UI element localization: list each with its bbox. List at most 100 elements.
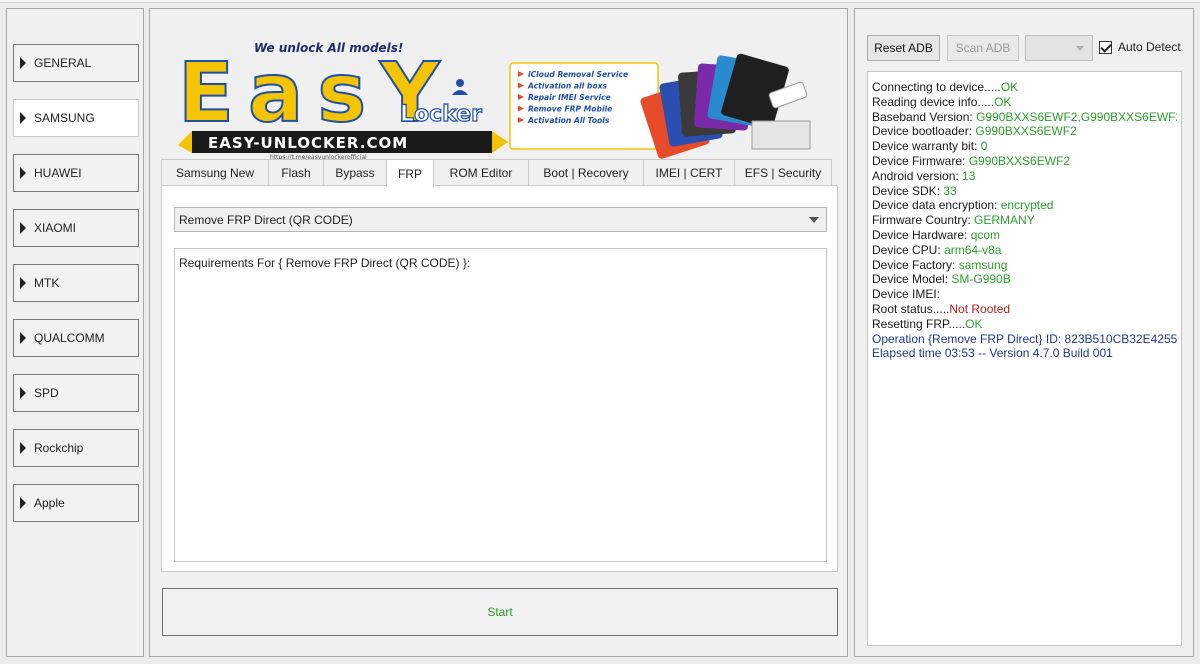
reset-adb-button[interactable]: Reset ADB: [867, 35, 940, 61]
chevron-down-icon: [1076, 46, 1084, 51]
log-value: G990BXXS6EWF2,G990BXXS6EWF2: [976, 109, 1177, 124]
caret-right-icon: [20, 57, 26, 69]
log-key: Operation {Remove FRP Direct} ID: 823B51…: [872, 331, 1177, 346]
log-key: Device CPU:: [872, 242, 945, 257]
frp-method-select[interactable]: Remove FRP Direct (QR CODE): [174, 207, 827, 232]
user-icon: [456, 79, 464, 87]
log-line: Device bootloader: G990BXXS6EWF2: [872, 124, 1177, 139]
log-key: Device Factory:: [872, 257, 959, 272]
sidebar-item-label: SPD: [34, 386, 59, 400]
sidebar-item-samsung[interactable]: SAMSUNG: [13, 99, 139, 137]
sidebar-item-label: GENERAL: [34, 56, 92, 70]
requirements-box[interactable]: Requirements For { Remove FRP Direct (QR…: [174, 248, 827, 562]
log-key: Device data encryption:: [872, 198, 1001, 213]
function-tabs: Samsung New Flash Bypass FRP ROM Editor Boot …: [161, 159, 838, 187]
caret-right-icon: [20, 222, 26, 234]
log-key: Android version:: [872, 168, 963, 183]
sidebar-item-label: HUAWEI: [34, 166, 82, 180]
tab-rom-editor[interactable]: ROM Editor: [433, 159, 529, 186]
sidebar-item-mtk[interactable]: MTK: [13, 264, 139, 302]
log-line: Root status.....Not Rooted: [872, 302, 1177, 317]
log-key: Device Model:: [872, 272, 952, 287]
sidebar-item-label: Apple: [34, 496, 65, 510]
log-line: Device data encryption: encrypted: [872, 198, 1177, 213]
sidebar-item-apple[interactable]: Apple: [13, 484, 139, 522]
log-value: qcom: [970, 227, 1001, 242]
sidebar-item-rockchip[interactable]: Rockchip: [13, 429, 139, 467]
sidebar-item-label: SAMSUNG: [34, 111, 95, 125]
log-line: Device IMEI:: [872, 287, 1177, 302]
log-key: Root status.....: [872, 301, 950, 316]
auto-detect-checkbox[interactable]: Auto Detect: [1099, 40, 1181, 54]
log-key: Device bootloader:: [872, 124, 976, 139]
log-key: Baseband Version:: [872, 109, 977, 124]
log-line: Device Model: SM-G990B: [872, 272, 1177, 287]
log-line: Resetting FRP.....OK: [872, 317, 1177, 332]
log-key: Elapsed time 03:53 -- Version 4.7.0 Buil…: [872, 346, 1113, 361]
tab-flash[interactable]: Flash: [268, 159, 324, 186]
checkbox-checked-icon[interactable]: [1099, 40, 1112, 54]
log-line: Firmware Country: GERMANY: [872, 213, 1177, 228]
log-value: G990BXXS6EWF2: [975, 124, 1077, 139]
log-key: Device IMEI:: [872, 287, 941, 302]
log-value: encrypted: [1000, 198, 1054, 213]
log-line: Operation {Remove FRP Direct} ID: 823B51…: [872, 332, 1177, 347]
tab-efs-security[interactable]: EFS | Security: [734, 159, 832, 186]
log-value: OK: [1000, 80, 1019, 94]
tab-samsung-new[interactable]: Samsung New: [161, 159, 269, 186]
log-line: Connecting to device.....OK: [872, 80, 1177, 95]
log-key: Device SDK:: [872, 183, 944, 198]
device-panel: Reset ADB Scan ADB Auto Detect Connectin…: [854, 8, 1194, 657]
requirements-text: Requirements For { Remove FRP Direct (QR…: [179, 256, 471, 270]
scan-adb-button[interactable]: Scan ADB: [947, 35, 1019, 61]
feature-item: Activation all boxs: [527, 82, 607, 91]
log-key: Device Hardware:: [872, 227, 971, 242]
log-key: Connecting to device.....: [872, 80, 1001, 94]
logo-mark: EasY Locker: [178, 45, 483, 142]
log-value: 0: [980, 139, 988, 154]
website-text: EASY-UNLOCKER.COM: [208, 134, 408, 152]
sidebar-item-label: Rockchip: [34, 441, 84, 455]
sidebar-item-spd[interactable]: SPD: [13, 374, 139, 412]
tab-frp[interactable]: FRP: [386, 159, 434, 187]
log-value: G990BXXS6EWF2: [968, 153, 1071, 168]
caret-right-icon: [20, 497, 26, 509]
sidebar-item-huawei[interactable]: HUAWEI: [13, 154, 139, 192]
feature-item: iCloud Removal Service: [528, 70, 628, 79]
brand-sidebar: GENERAL SAMSUNG HUAWEI XIAOMI MTK QUALCOMM SPD…: [6, 8, 144, 657]
log-value: arm64-v8a: [944, 242, 1002, 257]
frp-method-value: Remove FRP Direct (QR CODE): [179, 212, 353, 227]
log-value: 33: [943, 183, 957, 198]
tab-bypass[interactable]: Bypass: [323, 159, 387, 186]
caret-right-icon: [20, 332, 26, 344]
port-select[interactable]: [1025, 35, 1093, 61]
main-panel: We unlock All models! EasY Locker EASY-U…: [149, 8, 848, 657]
caret-right-icon: [20, 387, 26, 399]
log-line: Device Hardware: qcom: [872, 228, 1177, 243]
log-key: Reading device info.....: [872, 94, 995, 109]
easy-locker-banner: We unlock All models! EasY Locker EASY-U…: [178, 37, 818, 161]
sidebar-item-label: MTK: [34, 276, 60, 290]
log-value: SM-G990B: [951, 272, 1011, 287]
log-value: GERMANY: [974, 213, 1035, 228]
sidebar-item-general[interactable]: GENERAL: [13, 44, 139, 82]
caret-right-icon: [20, 442, 26, 454]
log-line: Reading device info.....OK: [872, 95, 1177, 110]
log-line: Device Firmware: G990BXXS6EWF2: [872, 154, 1177, 169]
log-value: samsung: [958, 257, 1008, 272]
sidebar-item-qualcomm[interactable]: QUALCOMM: [13, 319, 139, 357]
log-output[interactable]: Connecting to device.....OK Reading devic…: [867, 71, 1182, 646]
log-key: Firmware Country:: [872, 213, 975, 228]
start-button[interactable]: Start: [162, 588, 838, 636]
log-line: Device Factory: samsung: [872, 258, 1177, 273]
tab-boot-recovery[interactable]: Boot | Recovery: [528, 159, 644, 186]
log-value: 13: [962, 168, 976, 183]
tab-imei-cert[interactable]: IMEI | CERT: [643, 159, 735, 186]
log-value: OK: [965, 316, 983, 331]
feature-item: Remove FRP Mobile: [528, 105, 612, 114]
frp-tab-content: Remove FRP Direct (QR CODE) Requirements…: [161, 185, 838, 572]
feature-item: Repair IMEI Service: [528, 93, 611, 102]
sidebar-item-label: XIAOMI: [34, 221, 77, 235]
sidebar-item-xiaomi[interactable]: XIAOMI: [13, 209, 139, 247]
log-value: Not Rooted: [949, 301, 1011, 316]
